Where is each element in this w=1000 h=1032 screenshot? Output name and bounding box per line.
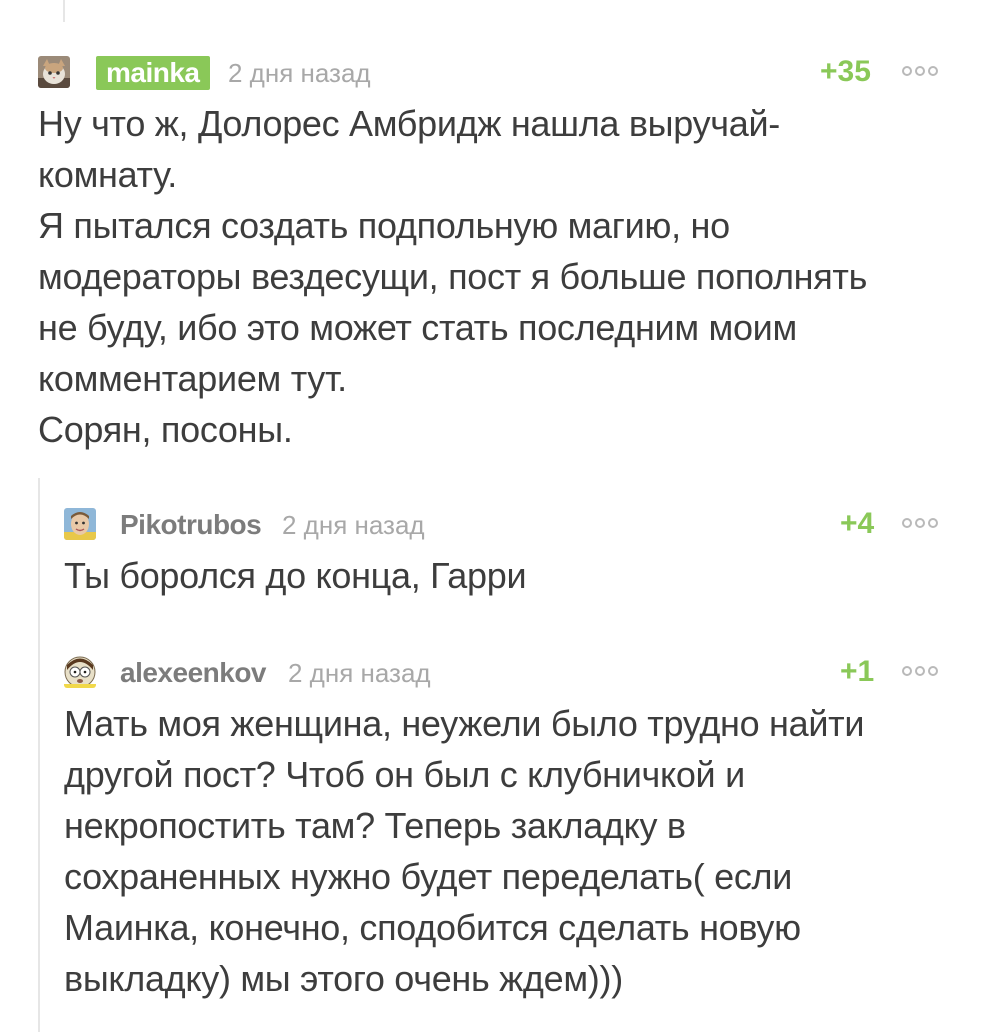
dot xyxy=(928,666,938,676)
dot xyxy=(915,666,925,676)
comment: mainka 2 дня назад +35 Ну что ж, Долорес… xyxy=(38,50,948,455)
comment-header: alexeenkov 2 дня назад +1 xyxy=(64,650,948,694)
dot xyxy=(902,66,912,76)
person-avatar-icon[interactable] xyxy=(64,508,96,540)
dot xyxy=(902,666,912,676)
comment-text: Ты боролся до конца, Гарри xyxy=(64,555,527,596)
thread-line-replies xyxy=(38,478,40,1032)
dot xyxy=(928,66,938,76)
more-options-icon[interactable] xyxy=(902,518,938,528)
comment-text: Мать моя женщина, неужели было трудно на… xyxy=(64,703,865,999)
dot xyxy=(902,518,912,528)
dot xyxy=(928,518,938,528)
dot xyxy=(915,518,925,528)
cartoon-avatar-icon[interactable] xyxy=(64,656,96,688)
comment-rating: +4 xyxy=(840,507,875,540)
more-options-icon[interactable] xyxy=(902,666,938,676)
cat-avatar-icon[interactable] xyxy=(38,56,70,88)
comment-author[interactable]: alexeenkov xyxy=(120,656,267,690)
comment: Pikotrubos 2 дня назад +4 Ты боролся до … xyxy=(64,502,948,601)
comment-rating: +1 xyxy=(840,655,875,688)
comment-author[interactable]: mainka xyxy=(96,56,210,90)
comment-time[interactable]: 2 дня назад xyxy=(288,656,431,690)
dot xyxy=(915,66,925,76)
comment-author[interactable]: Pikotrubos xyxy=(120,508,262,542)
comment-header: Pikotrubos 2 дня назад +4 xyxy=(64,502,948,546)
thread-line-top xyxy=(63,0,65,22)
more-options-icon[interactable] xyxy=(902,66,938,76)
comment-time[interactable]: 2 дня назад xyxy=(228,56,371,90)
comment-rating: +35 xyxy=(820,55,871,88)
comment-header: mainka 2 дня назад +35 xyxy=(38,50,948,94)
comment-text: Ну что ж, Долорес Амбридж нашла выручай-… xyxy=(38,103,868,450)
comment: alexeenkov 2 дня назад +1 Мать моя женщи… xyxy=(64,650,948,1004)
comment-time[interactable]: 2 дня назад xyxy=(282,508,425,542)
